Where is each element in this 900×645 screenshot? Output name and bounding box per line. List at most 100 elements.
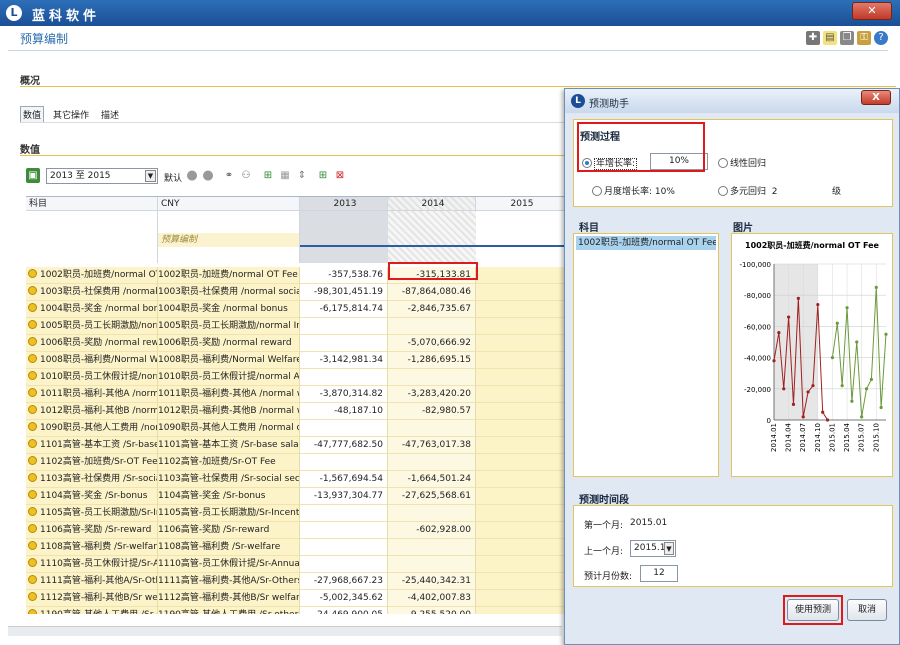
grid-cell-subject[interactable]: 1008职员-福利费/Normal Welf... <box>26 352 158 369</box>
col-header-2014[interactable]: 2014 <box>388 197 476 211</box>
table-row[interactable]: 1102高管-加班费/Sr-OT Fee 1102高管-加班费/Sr-OT Fee <box>26 454 566 471</box>
grid-cell-v2013[interactable] <box>300 539 388 556</box>
grid-cell-v2015[interactable] <box>476 301 566 318</box>
grid-cell-v2015[interactable] <box>476 607 566 614</box>
grid-cell-cny[interactable]: 1103高管-社保费用 /Sr-social security <box>158 471 300 488</box>
grid-cell-v2014[interactable]: -27,625,568.61 <box>388 488 476 505</box>
table-row[interactable]: 1003职员-社保费用 /normal so...1003职员-社保费用 /no… <box>26 284 566 301</box>
grid-cell-cny[interactable]: 1004职员-奖金 /normal bonus <box>158 301 300 318</box>
grid-cell-v2014[interactable]: -602,928.00 <box>388 522 476 539</box>
grid-cell-subject[interactable]: 1190高管-其他人工费用 /Sr-oth... <box>26 607 158 614</box>
grid-cell-subject[interactable]: 1010职员-员工休假计提/norma... <box>26 369 158 386</box>
grid-cell-v2013[interactable]: -98,301,451.19 <box>300 284 388 301</box>
grid-cell-subject[interactable]: 1105高管-员工长期激励/Sr-Inc... <box>26 505 158 522</box>
grid-cell-v2014[interactable] <box>388 556 476 573</box>
grid-cell-v2014[interactable]: -1,286,695.15 <box>388 352 476 369</box>
link-icon[interactable]: ⚭ <box>222 168 236 183</box>
grid-cell-v2014[interactable]: -9,255,520.00 <box>388 607 476 614</box>
table-row[interactable]: 1108高管-福利费 /Sr-welfare 1108高管-福利费 /Sr-wel… <box>26 539 566 556</box>
grid-cell-v2013[interactable]: -47,777,682.50 <box>300 437 388 454</box>
grid-cell-subject[interactable]: 1002职员-加班费/normal OT Fee <box>26 267 158 284</box>
table-row[interactable]: 1010职员-员工休假计提/norma...1010职员-员工休假计提/norm… <box>26 369 566 386</box>
grid-cell-cny[interactable]: 1006职员-奖励 /normal reward <box>158 335 300 352</box>
table-row[interactable]: 1104高管-奖金 /Sr-bonus 1104高管-奖金 /Sr-bonus -1… <box>26 488 566 505</box>
grid-cell-v2013[interactable]: -5,002,345.62 <box>300 590 388 607</box>
grid-cell-cny[interactable]: 1106高管-奖励 /Sr-reward <box>158 522 300 539</box>
grid-cell-v2015[interactable] <box>476 471 566 488</box>
grid-cell-subject[interactable]: 1006职员-奖励 /normal reward <box>26 335 158 352</box>
grid-cell-v2014[interactable] <box>388 369 476 386</box>
grid-cell-v2014[interactable]: -1,664,501.24 <box>388 471 476 488</box>
grid-cell-v2015[interactable] <box>476 403 566 420</box>
grid-cell-cny[interactable]: 1110高管-员工休假计提/Sr-Annual Le... <box>158 556 300 573</box>
grid-cell-v2014[interactable]: -2,846,735.67 <box>388 301 476 318</box>
grid-cell-v2013[interactable]: -3,870,314.82 <box>300 386 388 403</box>
grid-cell-subject[interactable]: 1104高管-奖金 /Sr-bonus <box>26 488 158 505</box>
grid-cell-subject[interactable]: 1005职员-员工长期激励/norma... <box>26 318 158 335</box>
grid-cell-v2015[interactable] <box>476 369 566 386</box>
grid-cell-v2013[interactable]: -357,538.76 <box>300 267 388 284</box>
grid-cell-cny[interactable]: 1105高管-员工长期激励/Sr-Incentive ... <box>158 505 300 522</box>
grid-cell-v2014[interactable]: -87,864,080.46 <box>388 284 476 301</box>
grid-cell-subject[interactable]: 1110高管-员工休假计提/Sr-An... <box>26 556 158 573</box>
grid-cell-v2015[interactable] <box>476 352 566 369</box>
grid-cell-subject[interactable]: 1102高管-加班费/Sr-OT Fee <box>26 454 158 471</box>
grid-cell-v2015[interactable] <box>476 437 566 454</box>
col-header-2015[interactable]: 2015 <box>476 197 566 211</box>
grid-cell-v2015[interactable] <box>476 335 566 352</box>
grid-cell-cny[interactable]: 1102高管-加班费/Sr-OT Fee <box>158 454 300 471</box>
grid-cell-v2013[interactable]: -27,968,667.23 <box>300 573 388 590</box>
grid-cell-v2014[interactable]: -4,402,007.83 <box>388 590 476 607</box>
note-icon[interactable]: ▤ <box>823 31 837 45</box>
grid-cell-v2013[interactable]: -24,469,900.05 <box>300 607 388 614</box>
grid-cell-v2013[interactable]: -1,567,694.54 <box>300 471 388 488</box>
grid-cell-subject[interactable]: 1101高管-基本工资 /Sr-base sa... <box>26 437 158 454</box>
table-row[interactable]: 1105高管-员工长期激励/Sr-Inc...1105高管-员工长期激励/Sr-… <box>26 505 566 522</box>
clipboard-icon[interactable]: ❐ <box>840 31 854 45</box>
grid-cell-subject[interactable]: 1108高管-福利费 /Sr-welfare <box>26 539 158 556</box>
grid-cell-v2014[interactable]: -25,440,342.31 <box>388 573 476 590</box>
table-row[interactable]: 1110高管-员工休假计提/Sr-An...1110高管-员工休假计提/Sr-A… <box>26 556 566 573</box>
grid-cell-cny[interactable]: 1190高管-其他人工费用 /Sr-other lab... <box>158 607 300 614</box>
forecast-months-input[interactable]: 12 <box>640 565 678 582</box>
grid-cell-v2015[interactable] <box>476 386 566 403</box>
cancel-button[interactable]: 取消 <box>847 599 887 621</box>
window-close-button[interactable]: ✕ <box>852 2 892 20</box>
grid-cell-subject[interactable]: 1103高管-社保费用 /Sr-social s... <box>26 471 158 488</box>
lock-icon[interactable]: ⚿ <box>857 31 871 45</box>
grid-refresh-icon[interactable]: ▣ <box>26 168 40 183</box>
multi-regression-option[interactable]: 多元回归 2 <box>718 184 777 197</box>
help-icon[interactable]: ? <box>874 31 888 45</box>
grid-cell-v2013[interactable] <box>300 505 388 522</box>
grid-cell-v2014[interactable] <box>388 539 476 556</box>
dialog-close-button[interactable]: X <box>861 90 891 105</box>
delete-icon[interactable]: ⊠ <box>333 168 347 183</box>
tab-description[interactable]: 描述 <box>98 106 122 123</box>
chevron-down-icon[interactable]: ▼ <box>664 542 674 555</box>
grid-cell-subject[interactable]: 1012职员-福利-其他B /normal... <box>26 403 158 420</box>
grid-cell-cny[interactable]: 1005职员-员工长期激励/normal Ince... <box>158 318 300 335</box>
grid-cell-v2015[interactable] <box>476 573 566 590</box>
grid-cell-v2015[interactable] <box>476 488 566 505</box>
table-row[interactable]: 1190高管-其他人工费用 /Sr-oth...1190高管-其他人工费用 /S… <box>26 607 566 614</box>
grid-cell-cny[interactable]: 1011职员-福利费-其他A /normal welf... <box>158 386 300 403</box>
radio-icon[interactable] <box>718 186 728 196</box>
table-row[interactable]: 1002职员-加班费/normal OT Fee1002职员-加班费/norma… <box>26 267 566 284</box>
grid-cell-subject[interactable]: 1112高管-福利-其他B/Sr welfa... <box>26 590 158 607</box>
add-row-icon[interactable]: ⊞ <box>261 168 275 183</box>
table-row[interactable]: 1004职员-奖金 /normal bonus 1004职员-奖金 /normal… <box>26 301 566 318</box>
radio-icon[interactable] <box>718 158 728 168</box>
grid-cell-v2013[interactable] <box>300 420 388 437</box>
grid-cell-v2014[interactable] <box>388 420 476 437</box>
col-header-currency[interactable]: CNY <box>158 197 300 211</box>
grid-cell-cny[interactable]: 1112高管-福利费-其他B/Sr welfare-oth... <box>158 590 300 607</box>
grid-cell-v2015[interactable] <box>476 539 566 556</box>
table-row[interactable]: 1106高管-奖励 /Sr-reward 1106高管-奖励 /Sr-reward… <box>26 522 566 539</box>
grid-cell-v2014[interactable]: -5,070,666.92 <box>388 335 476 352</box>
people-icon[interactable]: ⚇ <box>239 168 253 183</box>
tab-other-ops[interactable]: 其它操作 <box>50 106 92 123</box>
grid-cell-v2014[interactable] <box>388 505 476 522</box>
grid-cell-v2014[interactable]: -3,283,420.20 <box>388 386 476 403</box>
grid-cell-v2014[interactable] <box>388 318 476 335</box>
insert-icon[interactable]: ⊞ <box>316 168 330 183</box>
